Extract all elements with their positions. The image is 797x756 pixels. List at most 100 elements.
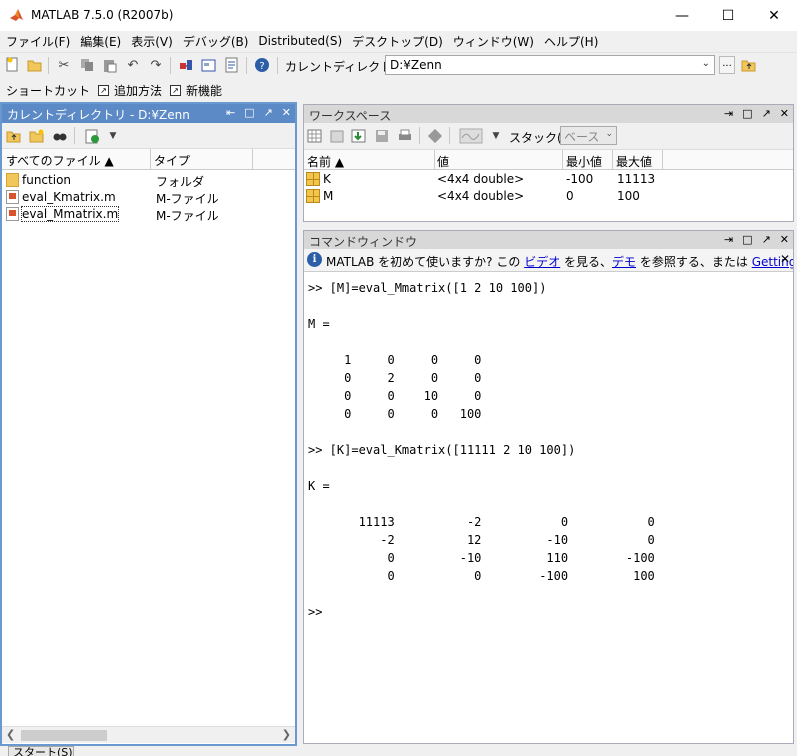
reports-icon[interactable] [84, 127, 102, 145]
dock-icon[interactable]: ⇤ [226, 106, 235, 119]
folder-up-icon[interactable] [740, 56, 758, 74]
copy-icon[interactable] [78, 56, 96, 74]
menu-debug[interactable]: デバッグ(B) [183, 33, 249, 50]
list-item[interactable]: eval_Mmatrix.m M-ファイル [2, 206, 295, 223]
profiler-icon[interactable] [223, 56, 241, 74]
horizontal-scrollbar[interactable]: ❮ ❯ [2, 726, 295, 743]
chevron-down-icon[interactable]: ⌄ [702, 58, 710, 69]
shortcut-label: ショートカット [6, 83, 91, 98]
col-type[interactable]: タイプ [154, 152, 190, 169]
matlab-logo-icon [9, 7, 25, 23]
file-type: M-ファイル [156, 192, 219, 206]
find-files-icon[interactable] [51, 127, 69, 145]
menu-bar: ファイル(F) 編集(E) 表示(V) デバッグ(B) Distributed(… [0, 31, 797, 51]
close-panel-icon[interactable]: ✕ [780, 233, 789, 246]
plot-selection-icon[interactable] [458, 127, 484, 145]
close-panel-icon[interactable]: ✕ [780, 107, 789, 120]
close-icon[interactable]: ✕ [751, 0, 797, 31]
list-item[interactable]: function フォルダ [2, 172, 295, 189]
command-output[interactable]: >> [M]=eval_Mmatrix([1 2 10 100]) M = 1 … [308, 279, 788, 621]
open-variable-icon[interactable] [328, 127, 346, 145]
menu-distributed[interactable]: Distributed(S) [258, 34, 342, 48]
parent-folder-icon[interactable] [5, 127, 23, 145]
redo-icon[interactable]: ↷ [147, 56, 165, 74]
close-banner-icon[interactable]: ✕ [780, 252, 790, 266]
list-item[interactable]: eval_Kmatrix.m M-ファイル [2, 189, 295, 206]
new-variable-icon[interactable] [306, 127, 324, 145]
chevron-down-icon[interactable]: ⌄ [605, 129, 613, 139]
cut-icon[interactable]: ✂ [55, 56, 73, 74]
menu-help[interactable]: ヘルプ(H) [544, 33, 598, 50]
stack-combo[interactable]: ベース ⌄ [560, 126, 617, 145]
command-window-panel: コマンドウィンドウ ⇥ □ ↗ ✕ i MATLAB を初めて使いますか? この… [303, 230, 794, 744]
delete-icon[interactable] [426, 127, 444, 145]
col-value[interactable]: 値 [437, 153, 449, 170]
maximize-panel-icon[interactable]: □ [742, 107, 752, 120]
undock-icon[interactable]: ↗ [762, 107, 771, 120]
undock-icon[interactable]: ↗ [264, 106, 273, 119]
whats-new-link[interactable]: ↗ 新機能 [170, 82, 222, 99]
var-min: 0 [566, 189, 574, 203]
browse-button[interactable]: ... [719, 56, 735, 74]
help-icon[interactable]: ? [253, 56, 271, 74]
var-value: <4x4 double> [437, 189, 525, 203]
menu-edit[interactable]: 編集(E) [80, 33, 121, 50]
minimize-icon[interactable]: — [659, 0, 705, 31]
table-row[interactable]: K <4x4 double> -100 11113 [304, 171, 793, 188]
new-file-icon[interactable] [4, 56, 22, 74]
panel-title: ワークスペース [309, 109, 392, 123]
m-file-icon [6, 207, 19, 221]
open-file-icon[interactable] [26, 56, 44, 74]
menu-window[interactable]: ウィンドウ(W) [453, 33, 534, 50]
plot-dropdown-icon[interactable]: ▼ [487, 127, 505, 145]
new-folder-icon[interactable] [28, 127, 46, 145]
close-panel-icon[interactable]: ✕ [282, 106, 291, 119]
variable-icon [306, 189, 320, 203]
window-title: MATLAB 7.5.0 (R2007b) [31, 8, 174, 22]
maximize-panel-icon[interactable]: □ [742, 233, 752, 246]
banner-text: を参照する、または [636, 255, 752, 269]
scroll-right-icon[interactable]: ❯ [282, 728, 291, 741]
undo-icon[interactable]: ↶ [124, 56, 142, 74]
table-row[interactable]: M <4x4 double> 0 100 [304, 188, 793, 205]
guide-icon[interactable] [200, 56, 218, 74]
demos-link[interactable]: デモ [612, 255, 636, 269]
scroll-thumb[interactable] [21, 730, 107, 741]
reports-dropdown-icon[interactable]: ▼ [104, 127, 122, 145]
scroll-left-icon[interactable]: ❮ [6, 728, 15, 741]
maximize-panel-icon[interactable]: □ [244, 106, 254, 119]
import-data-icon[interactable] [350, 127, 368, 145]
menu-file[interactable]: ファイル(F) [6, 33, 70, 50]
whats-new-label: 新機能 [186, 83, 223, 98]
save-workspace-icon[interactable] [373, 127, 391, 145]
current-dir-combo[interactable]: D:¥Zenn ⌄ [385, 55, 715, 75]
simulink-icon[interactable] [177, 56, 195, 74]
current-directory-header: カレントディレクトリ - D:¥Zenn ⇤ □ ↗ ✕ [2, 104, 295, 123]
video-link[interactable]: ビデオ [524, 255, 560, 269]
var-value: <4x4 double> [437, 172, 525, 186]
dock-icon[interactable]: ⇥ [724, 233, 733, 246]
panel-title: コマンドウィンドウ [309, 235, 418, 249]
add-shortcut-label: 追加方法 [114, 83, 163, 98]
col-name[interactable]: 名前 ▲ [307, 153, 344, 170]
undock-icon[interactable]: ↗ [762, 233, 771, 246]
main-toolbar: ✂ ↶ ↷ ? カレントディレクトリ(Y): D:¥Zenn ⌄ ... [0, 52, 797, 77]
add-shortcut-link[interactable]: ↗ 追加方法 [98, 82, 162, 99]
m-file-icon [6, 190, 19, 204]
print-icon[interactable] [396, 127, 414, 145]
dock-icon[interactable]: ⇥ [724, 107, 733, 120]
file-type: M-ファイル [156, 209, 219, 223]
var-max: 100 [617, 189, 640, 203]
menu-view[interactable]: 表示(V) [131, 33, 173, 50]
folder-icon [6, 173, 19, 187]
shortcut-link-icon: ↗ [170, 84, 182, 96]
menu-desktop[interactable]: デスクトップ(D) [352, 33, 443, 50]
col-max[interactable]: 最大値 [616, 153, 652, 170]
col-all-files[interactable]: すべてのファイル ▲ [6, 152, 114, 169]
start-button[interactable]: スタート(S) [8, 746, 74, 756]
paste-icon[interactable] [101, 56, 119, 74]
maximize-icon[interactable]: ☐ [705, 0, 751, 31]
svg-text:?: ? [259, 61, 264, 72]
info-icon: i [307, 252, 322, 267]
col-min[interactable]: 最小値 [566, 153, 602, 170]
